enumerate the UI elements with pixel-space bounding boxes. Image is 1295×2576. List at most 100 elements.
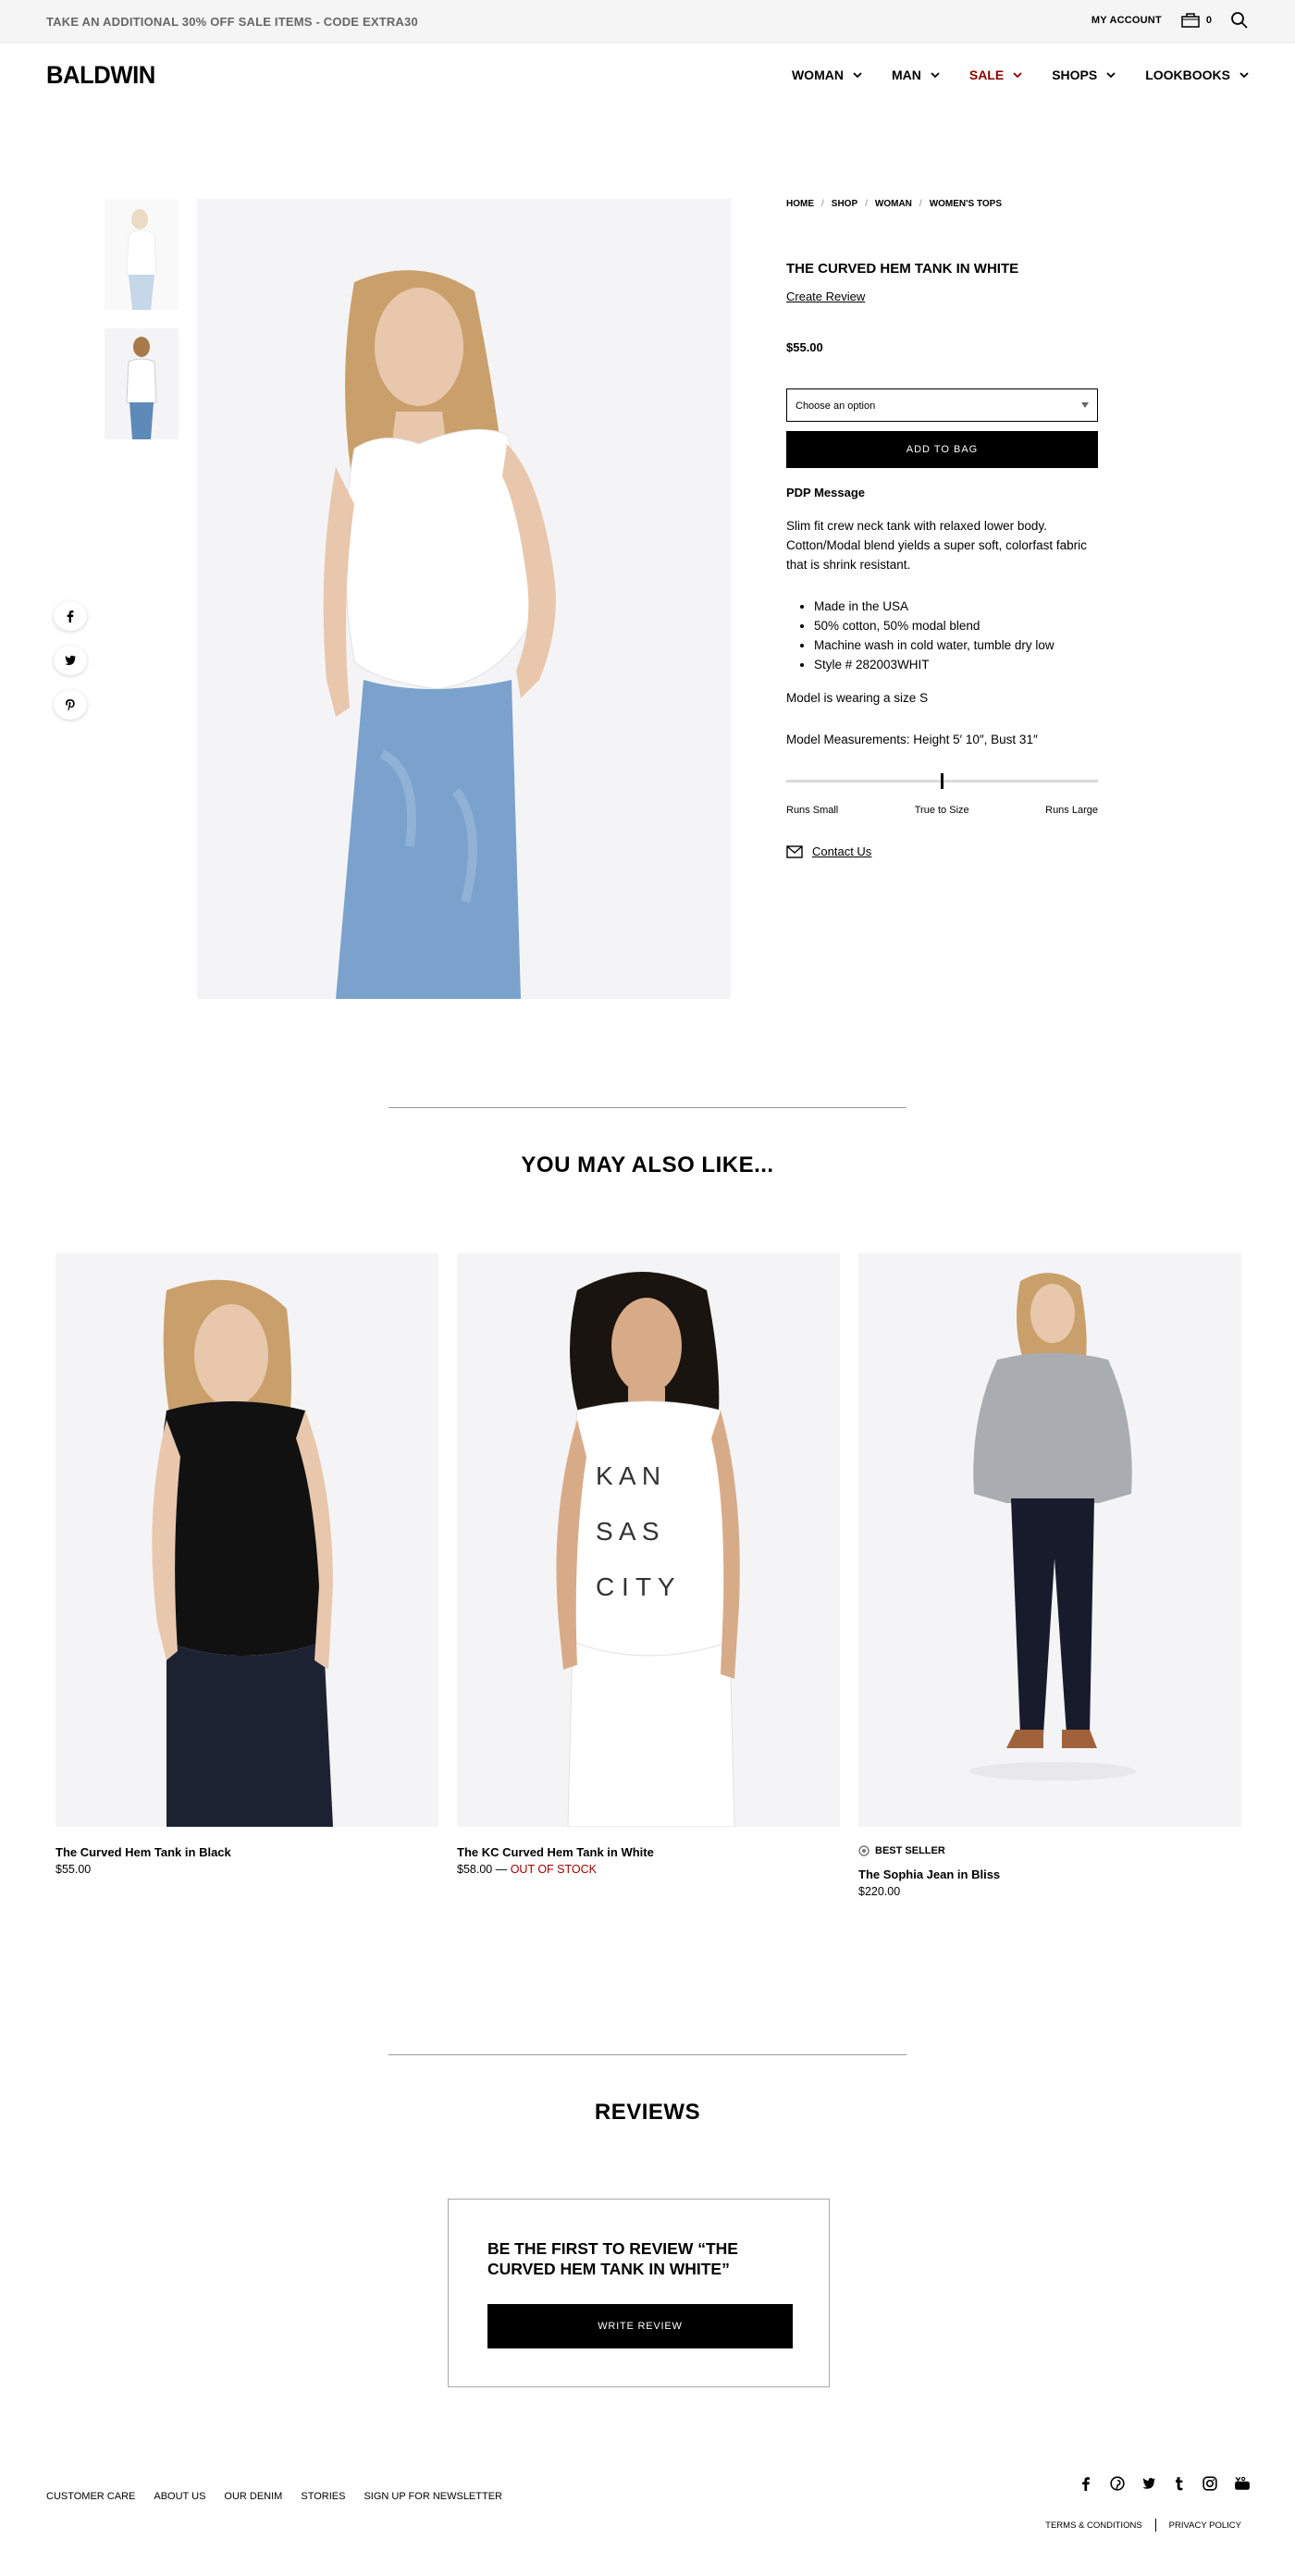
breadcrumb-separator: /	[919, 199, 922, 209]
breadcrumb-separator: /	[865, 199, 868, 209]
product-title: THE CURVED HEM TANK IN WHITE	[786, 261, 1019, 277]
facebook-icon[interactable]	[1079, 2476, 1093, 2491]
nav-lookbooks[interactable]: LOOKBOOKS	[1145, 68, 1251, 82]
badge-icon	[858, 1845, 870, 1856]
fit-label-true: True to Size	[914, 805, 969, 816]
product-description: Slim fit crew neck tank with relaxed low…	[786, 519, 1087, 572]
product-card-name[interactable]: The KC Curved Hem Tank in White	[457, 1845, 840, 1859]
product-main-image[interactable]	[197, 199, 731, 999]
brand-logo[interactable]: BALDWIN	[46, 61, 155, 90]
section-divider	[388, 2054, 906, 2055]
product-card-name[interactable]: The Sophia Jean in Bliss	[858, 1867, 1241, 1881]
shopping-bag-icon	[1181, 13, 1200, 28]
chevron-down-icon	[931, 72, 940, 79]
instagram-icon[interactable]	[1202, 2476, 1217, 2491]
model-measurements: Model Measurements: Height 5′ 10″, Bust …	[786, 733, 1038, 746]
chevron-down-icon	[1013, 72, 1022, 79]
nav-shops[interactable]: SHOPS	[1052, 68, 1117, 82]
product-card-image[interactable]: K A N S A S C I T Y	[457, 1253, 840, 1827]
breadcrumb-separator: /	[821, 199, 824, 209]
product-thumbnail-front[interactable]	[105, 199, 179, 310]
product-card[interactable]: The Curved Hem Tank in Black $55.00	[56, 1253, 438, 1876]
youtube-icon[interactable]	[1234, 2476, 1251, 2491]
fit-scale-labels: Runs Small True to Size Runs Large	[786, 805, 1098, 816]
product-card[interactable]: K A N S A S C I T Y The KC Curved Hem Ta…	[457, 1253, 840, 1876]
chevron-down-icon	[1106, 72, 1116, 79]
twitter-icon[interactable]	[1141, 2476, 1156, 2491]
fit-label-small: Runs Small	[786, 805, 839, 816]
terms-link[interactable]: TERMS & CONDITIONS	[1045, 2521, 1142, 2531]
my-account-link[interactable]: MY ACCOUNT	[1092, 15, 1162, 26]
out-of-stock-label: OUT OF STOCK	[510, 1863, 597, 1876]
breadcrumb-home[interactable]: HOME	[786, 199, 814, 209]
breadcrumb-womens-tops[interactable]: WOMEN'S TOPS	[930, 199, 1002, 209]
reviews-section-title: REVIEWS	[594, 2100, 701, 2125]
product-price: $55.00	[786, 340, 823, 354]
dropdown-arrow-icon	[1081, 402, 1089, 408]
breadcrumb-woman[interactable]: WOMAN	[875, 199, 912, 209]
product-card-name[interactable]: The Curved Hem Tank in Black	[56, 1845, 438, 1859]
search-icon[interactable]	[1230, 11, 1249, 30]
size-select[interactable]: Choose an option	[786, 388, 1098, 422]
footer-social	[1079, 2476, 1251, 2491]
product-card-price: $58.00 — OUT OF STOCK	[457, 1863, 597, 1876]
footer-link-stories[interactable]: STORIES	[301, 2491, 345, 2502]
review-prompt-box: BE THE FIRST TO REVIEW “THE CURVED HEM T…	[448, 2199, 830, 2387]
privacy-link[interactable]: PRIVACY POLICY	[1169, 2521, 1241, 2531]
promo-text: TAKE AN ADDITIONAL 30% OFF SALE ITEMS - …	[46, 15, 418, 29]
legal-separator	[1154, 2519, 1156, 2532]
main-nav: WOMAN MAN SALE SHOPS LOOKBOOKS	[792, 68, 1251, 82]
pinterest-icon	[66, 699, 75, 711]
review-prompt-text: BE THE FIRST TO REVIEW “THE CURVED HEM T…	[487, 2239, 738, 2278]
related-section-title: YOU MAY ALSO LIKE...	[521, 1152, 774, 1177]
footer-legal: TERMS & CONDITIONS PRIVACY POLICY	[1045, 2519, 1241, 2532]
breadcrumb: HOME / SHOP / WOMAN / WOMEN'S TOPS	[786, 199, 1002, 209]
chevron-down-icon	[853, 72, 862, 79]
write-review-button[interactable]: WRITE REVIEW	[487, 2304, 793, 2348]
best-seller-badge: BEST SELLER	[858, 1845, 1241, 1856]
product-card-image[interactable]	[56, 1253, 438, 1827]
pdp-message-heading: PDP Message	[786, 486, 866, 499]
product-features: Made in the USA 50% cotton, 50% modal bl…	[814, 597, 1054, 674]
model-size-note: Model is wearing a size S	[786, 691, 929, 705]
fit-label-large: Runs Large	[1045, 805, 1098, 816]
footer-link-customer-care[interactable]: CUSTOMER CARE	[46, 2491, 135, 2502]
svg-text:K A N: K A N	[596, 1461, 660, 1490]
feature-item: Style # 282003WHIT	[814, 655, 1054, 674]
create-review-link[interactable]: Create Review	[786, 290, 865, 303]
product-card-price: $55.00	[56, 1863, 92, 1876]
facebook-icon	[67, 610, 74, 622]
product-thumbnail-back[interactable]	[105, 328, 179, 439]
product-card-image[interactable]	[858, 1253, 1241, 1827]
breadcrumb-shop[interactable]: SHOP	[832, 199, 857, 209]
pinterest-icon[interactable]	[1110, 2476, 1125, 2491]
bag-button[interactable]: 0	[1180, 12, 1212, 29]
feature-item: Machine wash in cold water, tumble dry l…	[814, 635, 1054, 655]
mail-icon	[786, 844, 803, 858]
nav-sale[interactable]: SALE	[969, 68, 1024, 82]
share-twitter-button[interactable]	[54, 646, 87, 675]
share-facebook-button[interactable]	[54, 601, 87, 631]
share-rail	[54, 601, 87, 720]
fit-scale-marker	[941, 773, 944, 789]
tumblr-icon[interactable]	[1173, 2476, 1186, 2491]
footer-link-about-us[interactable]: ABOUT US	[154, 2491, 205, 2502]
section-divider	[388, 1107, 906, 1108]
contact-us-link[interactable]: Contact Us	[786, 844, 871, 858]
svg-text:S A S: S A S	[596, 1517, 660, 1546]
footer-link-our-denim[interactable]: OUR DENIM	[224, 2491, 282, 2502]
utility-nav: MY ACCOUNT 0	[1092, 11, 1249, 30]
announcement-bar: TAKE AN ADDITIONAL 30% OFF SALE ITEMS - …	[0, 0, 1295, 43]
size-select-value: Choose an option	[796, 401, 876, 412]
footer-links: CUSTOMER CARE ABOUT US OUR DENIM STORIES…	[46, 2491, 502, 2502]
nav-man[interactable]: MAN	[892, 68, 942, 82]
chevron-down-icon	[1240, 72, 1249, 79]
svg-text:C I T Y: C I T Y	[596, 1572, 675, 1601]
product-card-price: $220.00	[858, 1885, 901, 1898]
twitter-icon	[65, 655, 76, 665]
product-card[interactable]: BEST SELLER The Sophia Jean in Bliss $22…	[858, 1253, 1241, 1898]
nav-woman[interactable]: WOMAN	[792, 68, 864, 82]
add-to-bag-button[interactable]: ADD TO BAG	[786, 431, 1098, 468]
footer-link-newsletter[interactable]: SIGN UP FOR NEWSLETTER	[364, 2491, 502, 2502]
share-pinterest-button[interactable]	[54, 690, 87, 720]
